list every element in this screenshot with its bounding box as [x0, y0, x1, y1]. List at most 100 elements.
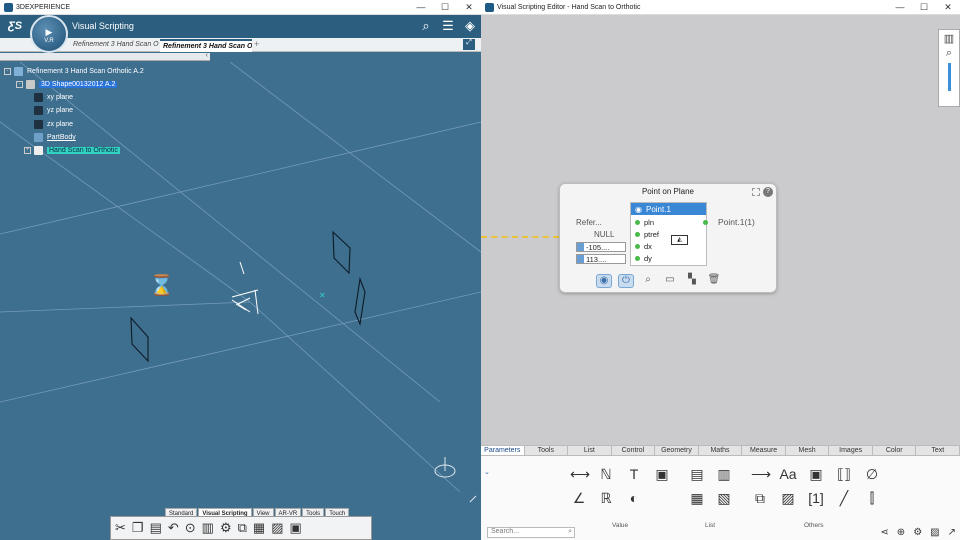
chart-icon[interactable]: ▨ [271, 520, 283, 536]
tree-item-xy[interactable]: xy plane [34, 93, 73, 102]
label-icon[interactable]: Aa [779, 466, 797, 482]
point-on-plane-node[interactable]: Point on Plane ? Refer... NULL -105.... … [559, 183, 777, 293]
zoom-icon[interactable]: ⌕ [640, 274, 656, 288]
integer-icon[interactable]: ℕ [597, 466, 615, 482]
tree-item-shape[interactable]: - 3D Shape00132012 A.2 [16, 80, 118, 89]
null-input-label[interactable]: NULL [594, 230, 614, 239]
null-icon[interactable]: ∅ [863, 466, 881, 482]
close-icon[interactable]: ✕ [936, 2, 960, 13]
tree-item-yz[interactable]: yz plane [34, 106, 73, 115]
image-icon[interactable]: ▣ [807, 466, 825, 482]
list-range-icon[interactable]: ▦ [688, 490, 706, 506]
maximize-icon[interactable]: ☐ [433, 2, 457, 13]
list-sequence-icon[interactable]: ▥ [715, 466, 733, 482]
output-port[interactable] [703, 220, 708, 225]
menu-icon[interactable]: ☰ [441, 18, 455, 34]
dy-input[interactable]: 113.... [576, 254, 626, 264]
length-icon[interactable]: ⟷ [570, 466, 590, 482]
tab-parameters[interactable]: Parameters [481, 446, 525, 455]
settings-icon[interactable]: ⚙ [220, 520, 232, 536]
tab-control[interactable]: Control [612, 446, 656, 455]
help-icon[interactable]: ? [763, 187, 773, 197]
paste-icon[interactable]: ▤ [150, 520, 162, 536]
arrow-icon[interactable]: ⟶ [751, 466, 771, 482]
tab-tools[interactable]: Tools [525, 446, 569, 455]
zoom-slider[interactable] [947, 63, 951, 91]
tag-icon[interactable]: ◈ [463, 18, 477, 34]
port-ptref[interactable]: ptref [635, 230, 659, 239]
node-checkbox[interactable] [752, 188, 760, 196]
collapse-icon[interactable]: - [4, 68, 11, 75]
port-dx[interactable]: dx [635, 242, 652, 251]
cut-icon[interactable]: ✂ [115, 520, 126, 536]
image-icon[interactable]: ▨ [930, 527, 939, 538]
eye-icon[interactable]: ◉ [596, 274, 612, 288]
tab-measure[interactable]: Measure [742, 446, 786, 455]
doc-tab-2[interactable]: Refinement 3 Hand Scan O [160, 39, 252, 52]
dx-input[interactable]: -105.... [576, 242, 626, 252]
lock-icon[interactable]: ▚ [684, 274, 700, 288]
zoom-icon[interactable]: ⊙ [185, 520, 196, 536]
power-icon[interactable]: ⏻ [618, 274, 634, 288]
angle-icon[interactable]: ∠ [570, 490, 588, 506]
minimize-icon[interactable]: — [888, 2, 912, 13]
doc-tab-1[interactable]: Refinement 3 Hand Scan O [70, 39, 160, 52]
boolean-icon[interactable]: ◐ [625, 490, 643, 506]
tab-list[interactable]: List [568, 446, 612, 455]
tab-images[interactable]: Images [829, 446, 873, 455]
tree-item-handscan[interactable]: + Hand Scan to Orthotic [24, 146, 120, 155]
book-icon[interactable]: ▥ [202, 520, 214, 536]
split-icon[interactable]: ⫿ [863, 490, 881, 506]
picture-icon[interactable]: ▨ [779, 490, 797, 506]
text-icon[interactable]: T [625, 466, 643, 482]
port-pln[interactable]: pln [635, 218, 654, 227]
3d-viewport[interactable]: ✕ - Refinement 3 Hand Scan Orthotic A.2 … [0, 62, 481, 540]
chevron-left-icon[interactable]: ‹ [206, 52, 208, 59]
settings-icon[interactable]: ⚙ [913, 527, 922, 538]
add-tab-icon[interactable]: + [254, 39, 259, 49]
node-header[interactable]: ◉ Point.1 [631, 203, 706, 215]
table-icon[interactable]: ▦ [253, 520, 265, 536]
collapse-icon[interactable]: - [16, 81, 23, 88]
list-number-icon[interactable]: ▤ [688, 466, 706, 482]
trash-icon[interactable]: 🗑 [706, 274, 722, 288]
expand-icon[interactable]: ⤢ [463, 39, 475, 50]
window-icon[interactable]: ▣ [290, 520, 302, 536]
copy-icon[interactable]: ❐ [132, 520, 144, 536]
eye-icon[interactable]: ◉ [635, 205, 642, 214]
book-icon[interactable]: ⧉ [751, 490, 769, 506]
port-dy[interactable]: dy [635, 254, 652, 263]
export-icon[interactable]: ↗ [948, 527, 956, 538]
list-text-icon[interactable]: ▧ [715, 490, 733, 506]
search-icon[interactable]: ⌕ [419, 18, 433, 34]
close-icon[interactable]: ✕ [457, 2, 481, 13]
ref-input-label[interactable]: Refer... [576, 218, 602, 227]
tab-text[interactable]: Text [916, 446, 960, 455]
tree-item-partbody[interactable]: PartBody [34, 133, 76, 142]
tab-mesh[interactable]: Mesh [786, 446, 830, 455]
script-canvas[interactable]: ▥ ⌕ Point on Plane ? Refer... NULL -105.… [481, 15, 960, 445]
search-icon[interactable]: ⌕ [568, 528, 572, 536]
real-icon[interactable]: ℝ [597, 490, 615, 506]
tab-geometry[interactable]: Geometry [655, 446, 699, 455]
tab-maths[interactable]: Maths [699, 446, 743, 455]
chevron-down-icon[interactable]: ⌄ [484, 468, 490, 476]
expand-icon[interactable]: + [24, 147, 31, 154]
tree-root[interactable]: - Refinement 3 Hand Scan Orthotic A.2 [4, 67, 144, 76]
undo-icon[interactable]: ↶ [168, 520, 179, 536]
bracket-icon[interactable]: ⟦⟧ [835, 466, 853, 482]
globe-icon[interactable]: ⊕ [897, 527, 905, 538]
tree-scrollbar[interactable]: ‹ [0, 52, 210, 61]
tree-item-zx[interactable]: zx plane [34, 120, 73, 129]
zoom-icon[interactable]: ⌕ [939, 47, 959, 60]
tab-color[interactable]: Color [873, 446, 917, 455]
share-icon[interactable]: ⋖ [880, 527, 888, 538]
index-icon[interactable]: [1] [807, 490, 825, 506]
graph-icon[interactable]: ⧉ [238, 520, 247, 536]
folder-icon[interactable]: ▭ [662, 274, 678, 288]
compass-button[interactable]: ▶ V.R [30, 15, 68, 53]
string-icon[interactable]: ▣ [653, 466, 671, 482]
maximize-icon[interactable]: ☐ [912, 2, 936, 13]
line-icon[interactable]: ╱ [835, 490, 853, 506]
map-icon[interactable]: ▥ [939, 32, 959, 45]
